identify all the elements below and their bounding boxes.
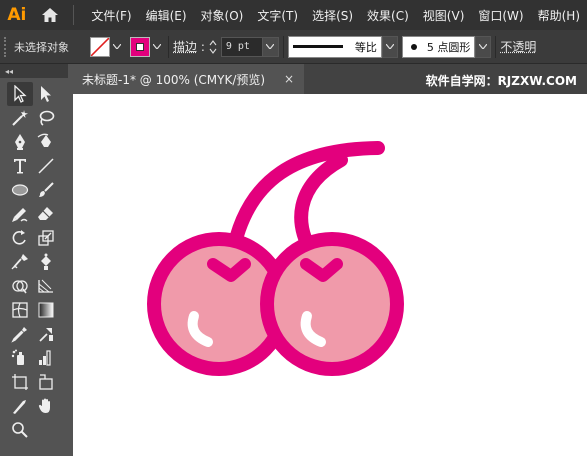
- menu-effect[interactable]: 效果(C): [360, 7, 416, 24]
- perspective-grid-tool-icon[interactable]: [33, 274, 59, 298]
- blend-tool-icon[interactable]: [33, 322, 59, 346]
- stroke-weight-dropdown-icon[interactable]: [262, 36, 279, 57]
- right-cherry: [260, 232, 404, 376]
- menu-file[interactable]: 文件(F): [84, 7, 138, 24]
- opacity-label[interactable]: 不透明: [500, 38, 536, 55]
- menu-select[interactable]: 选择(S): [305, 7, 360, 24]
- menu-object[interactable]: 对象(O): [194, 7, 251, 24]
- brush-dropdown-icon[interactable]: [475, 35, 492, 58]
- profile-line-preview: [292, 45, 343, 48]
- cherry-artwork: [147, 141, 404, 376]
- profile-dropdown-icon[interactable]: [381, 35, 398, 58]
- stroke-colon: :: [197, 39, 205, 54]
- menu-bar: Ai 文件(F) 编辑(E) 对象(O) 文字(T) 选择(S) 效果(C) 视…: [0, 0, 587, 30]
- document-tab-bar: 未标题-1* @ 100% (CMYK/预览) × 软件自学网：RJZXW.CO…: [70, 64, 587, 94]
- stroke-dropdown-icon[interactable]: [150, 37, 164, 57]
- brush-label: 5 点圆形: [426, 40, 471, 54]
- profile-label: 等比: [354, 40, 377, 54]
- divider: [282, 35, 284, 58]
- selection-tool-icon[interactable]: [7, 82, 33, 106]
- site-watermark: 软件自学网：RJZXW.COM: [425, 74, 577, 88]
- close-tab-icon[interactable]: ×: [284, 72, 294, 86]
- hand-tool-icon[interactable]: [33, 394, 59, 418]
- document-tab[interactable]: 未标题-1* @ 100% (CMYK/预览) ×: [70, 64, 304, 94]
- mesh-tool-icon[interactable]: [7, 298, 33, 322]
- artboard-tool-icon[interactable]: [7, 370, 33, 394]
- tools-panel: ◂◂: [0, 64, 68, 456]
- menu-type[interactable]: 文字(T): [250, 7, 305, 24]
- home-icon[interactable]: [34, 0, 66, 30]
- divider: [495, 35, 497, 58]
- shaper-knife-tool-icon[interactable]: [7, 394, 33, 418]
- divider: [168, 35, 169, 58]
- menu-view[interactable]: 视图(V): [416, 7, 472, 24]
- tools-panel-collapse[interactable]: ◂◂: [0, 64, 68, 78]
- rotate-tool-icon[interactable]: [7, 226, 33, 250]
- zoom-tool-icon[interactable]: [7, 418, 33, 442]
- ellipse-tool-icon[interactable]: [7, 178, 33, 202]
- curvature-tool-icon[interactable]: [33, 130, 59, 154]
- free-transform-tool-icon[interactable]: [33, 250, 59, 274]
- column-graph-tool-icon[interactable]: [33, 346, 59, 370]
- scale-tool-icon[interactable]: [33, 226, 59, 250]
- pen-tool-icon[interactable]: [7, 130, 33, 154]
- warp-tool-icon[interactable]: [7, 250, 33, 274]
- shape-builder-tool-icon[interactable]: [7, 274, 33, 298]
- magic-wand-tool-icon[interactable]: [7, 106, 33, 130]
- stroke-weight-stepper[interactable]: [205, 36, 221, 58]
- panel-grip[interactable]: [4, 36, 10, 57]
- fill-dropdown-icon[interactable]: [110, 37, 124, 57]
- symbol-sprayer-tool-icon[interactable]: [7, 346, 33, 370]
- brush-definition[interactable]: 5 点圆形: [401, 35, 476, 58]
- shaper-tool-icon[interactable]: [7, 202, 33, 226]
- lasso-tool-icon[interactable]: [33, 106, 59, 130]
- menu-divider: [73, 5, 75, 25]
- menu-edit[interactable]: 编辑(E): [139, 7, 194, 24]
- selection-status: 未选择对象: [14, 40, 69, 54]
- stroke-weight-input[interactable]: 9 pt: [220, 36, 263, 57]
- variable-width-profile[interactable]: 等比: [287, 35, 382, 58]
- brush-dot-icon: [410, 43, 417, 50]
- fill-swatch[interactable]: [90, 36, 110, 57]
- gradient-tool-icon[interactable]: [33, 298, 59, 322]
- slice-tool-icon[interactable]: [33, 370, 59, 394]
- document-tab-title: 未标题-1* @ 100% (CMYK/预览): [82, 72, 266, 87]
- line-tool-icon[interactable]: [33, 154, 59, 178]
- stroke-swatch[interactable]: [130, 36, 150, 57]
- app-logo: Ai: [7, 5, 27, 25]
- menu-help[interactable]: 帮助(H): [531, 7, 587, 24]
- stroke-label[interactable]: 描边: [173, 38, 197, 55]
- eyedropper-tool-icon[interactable]: [7, 322, 33, 346]
- type-tool-icon[interactable]: [7, 154, 33, 178]
- menu-window[interactable]: 窗口(W): [471, 7, 530, 24]
- control-bar: 未选择对象 描边 : 9 pt 等比 5 点圆形 不透明: [0, 30, 587, 64]
- paintbrush-tool-icon[interactable]: [33, 178, 59, 202]
- artboard-canvas[interactable]: [73, 94, 587, 456]
- eraser-tool-icon[interactable]: [33, 202, 59, 226]
- direct-selection-tool-icon[interactable]: [33, 82, 59, 106]
